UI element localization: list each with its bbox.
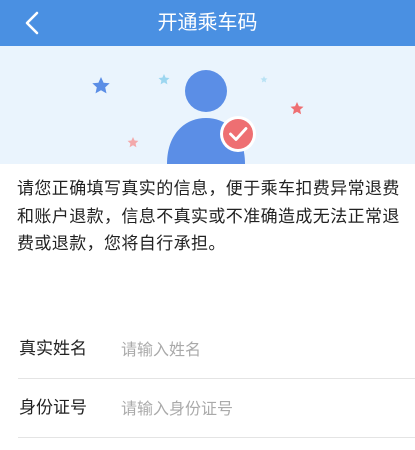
hero-illustration bbox=[92, 70, 304, 164]
id-number-input[interactable] bbox=[121, 393, 391, 423]
notice-text: 请您正确填写真实的信息，便于乘车扣费异常退费和账户退款，信息不真实或不准确造成无… bbox=[17, 179, 400, 254]
chevron-left-icon bbox=[25, 11, 39, 35]
check-badge-icon bbox=[220, 116, 256, 152]
name-row: 真实姓名 bbox=[0, 320, 415, 378]
hero-banner bbox=[0, 46, 415, 164]
star-icon-pink bbox=[127, 137, 139, 148]
top-navigation-bar: 开通乘车码 bbox=[0, 0, 415, 46]
star-icon-blue bbox=[92, 77, 110, 94]
back-button[interactable] bbox=[14, 4, 54, 42]
star-icon-red bbox=[290, 102, 304, 115]
divider bbox=[18, 437, 415, 438]
star-icon-lightblue-small bbox=[260, 76, 268, 83]
name-label: 真实姓名 bbox=[19, 339, 87, 359]
page-title: 开通乘车码 bbox=[157, 10, 258, 34]
id-number-row: 身份证号 bbox=[0, 379, 415, 437]
id-number-label: 身份证号 bbox=[19, 398, 87, 418]
name-input[interactable] bbox=[121, 334, 391, 364]
star-icon-lightblue bbox=[158, 74, 170, 85]
